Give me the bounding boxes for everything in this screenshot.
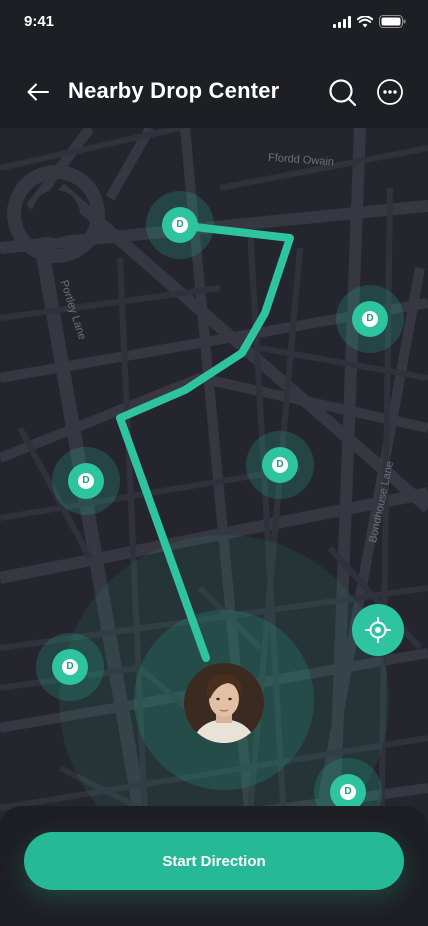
back-button[interactable]	[22, 78, 54, 106]
search-button[interactable]	[328, 78, 358, 108]
signal-icon	[333, 15, 351, 28]
search-icon	[329, 79, 357, 107]
drop-center-marker[interactable]: D	[52, 447, 120, 515]
battery-icon	[379, 15, 406, 28]
drop-center-pin-icon: D	[262, 447, 298, 483]
drop-center-marker[interactable]: D	[336, 285, 404, 353]
drop-center-pin-icon: D	[68, 463, 104, 499]
page-title: Nearby Drop Center	[68, 78, 280, 103]
drop-center-pin-icon: D	[330, 774, 366, 810]
more-icon	[377, 79, 403, 105]
start-direction-button[interactable]: Start Direction	[24, 832, 404, 890]
drop-center-pin-icon: D	[352, 301, 388, 337]
drop-center-pin-icon: D	[162, 207, 198, 243]
drop-center-marker[interactable]: D	[36, 633, 104, 701]
user-avatar[interactable]	[184, 663, 264, 743]
status-time: 9:41	[24, 13, 55, 30]
header: Nearby Drop Center	[0, 48, 428, 128]
bottom-sheet: Start Direction	[0, 806, 428, 926]
status-icons	[333, 15, 406, 28]
wifi-icon	[357, 15, 373, 27]
drop-center-pin-icon: D	[52, 649, 88, 685]
my-location-button[interactable]	[352, 604, 404, 656]
status-bar: 9:41	[0, 0, 428, 48]
back-arrow-icon	[27, 83, 49, 101]
drop-center-marker[interactable]: D	[146, 191, 214, 259]
drop-center-marker[interactable]: D	[246, 431, 314, 499]
more-button[interactable]	[376, 78, 404, 106]
location-target-icon	[365, 617, 391, 643]
avatar-portrait	[184, 663, 264, 743]
